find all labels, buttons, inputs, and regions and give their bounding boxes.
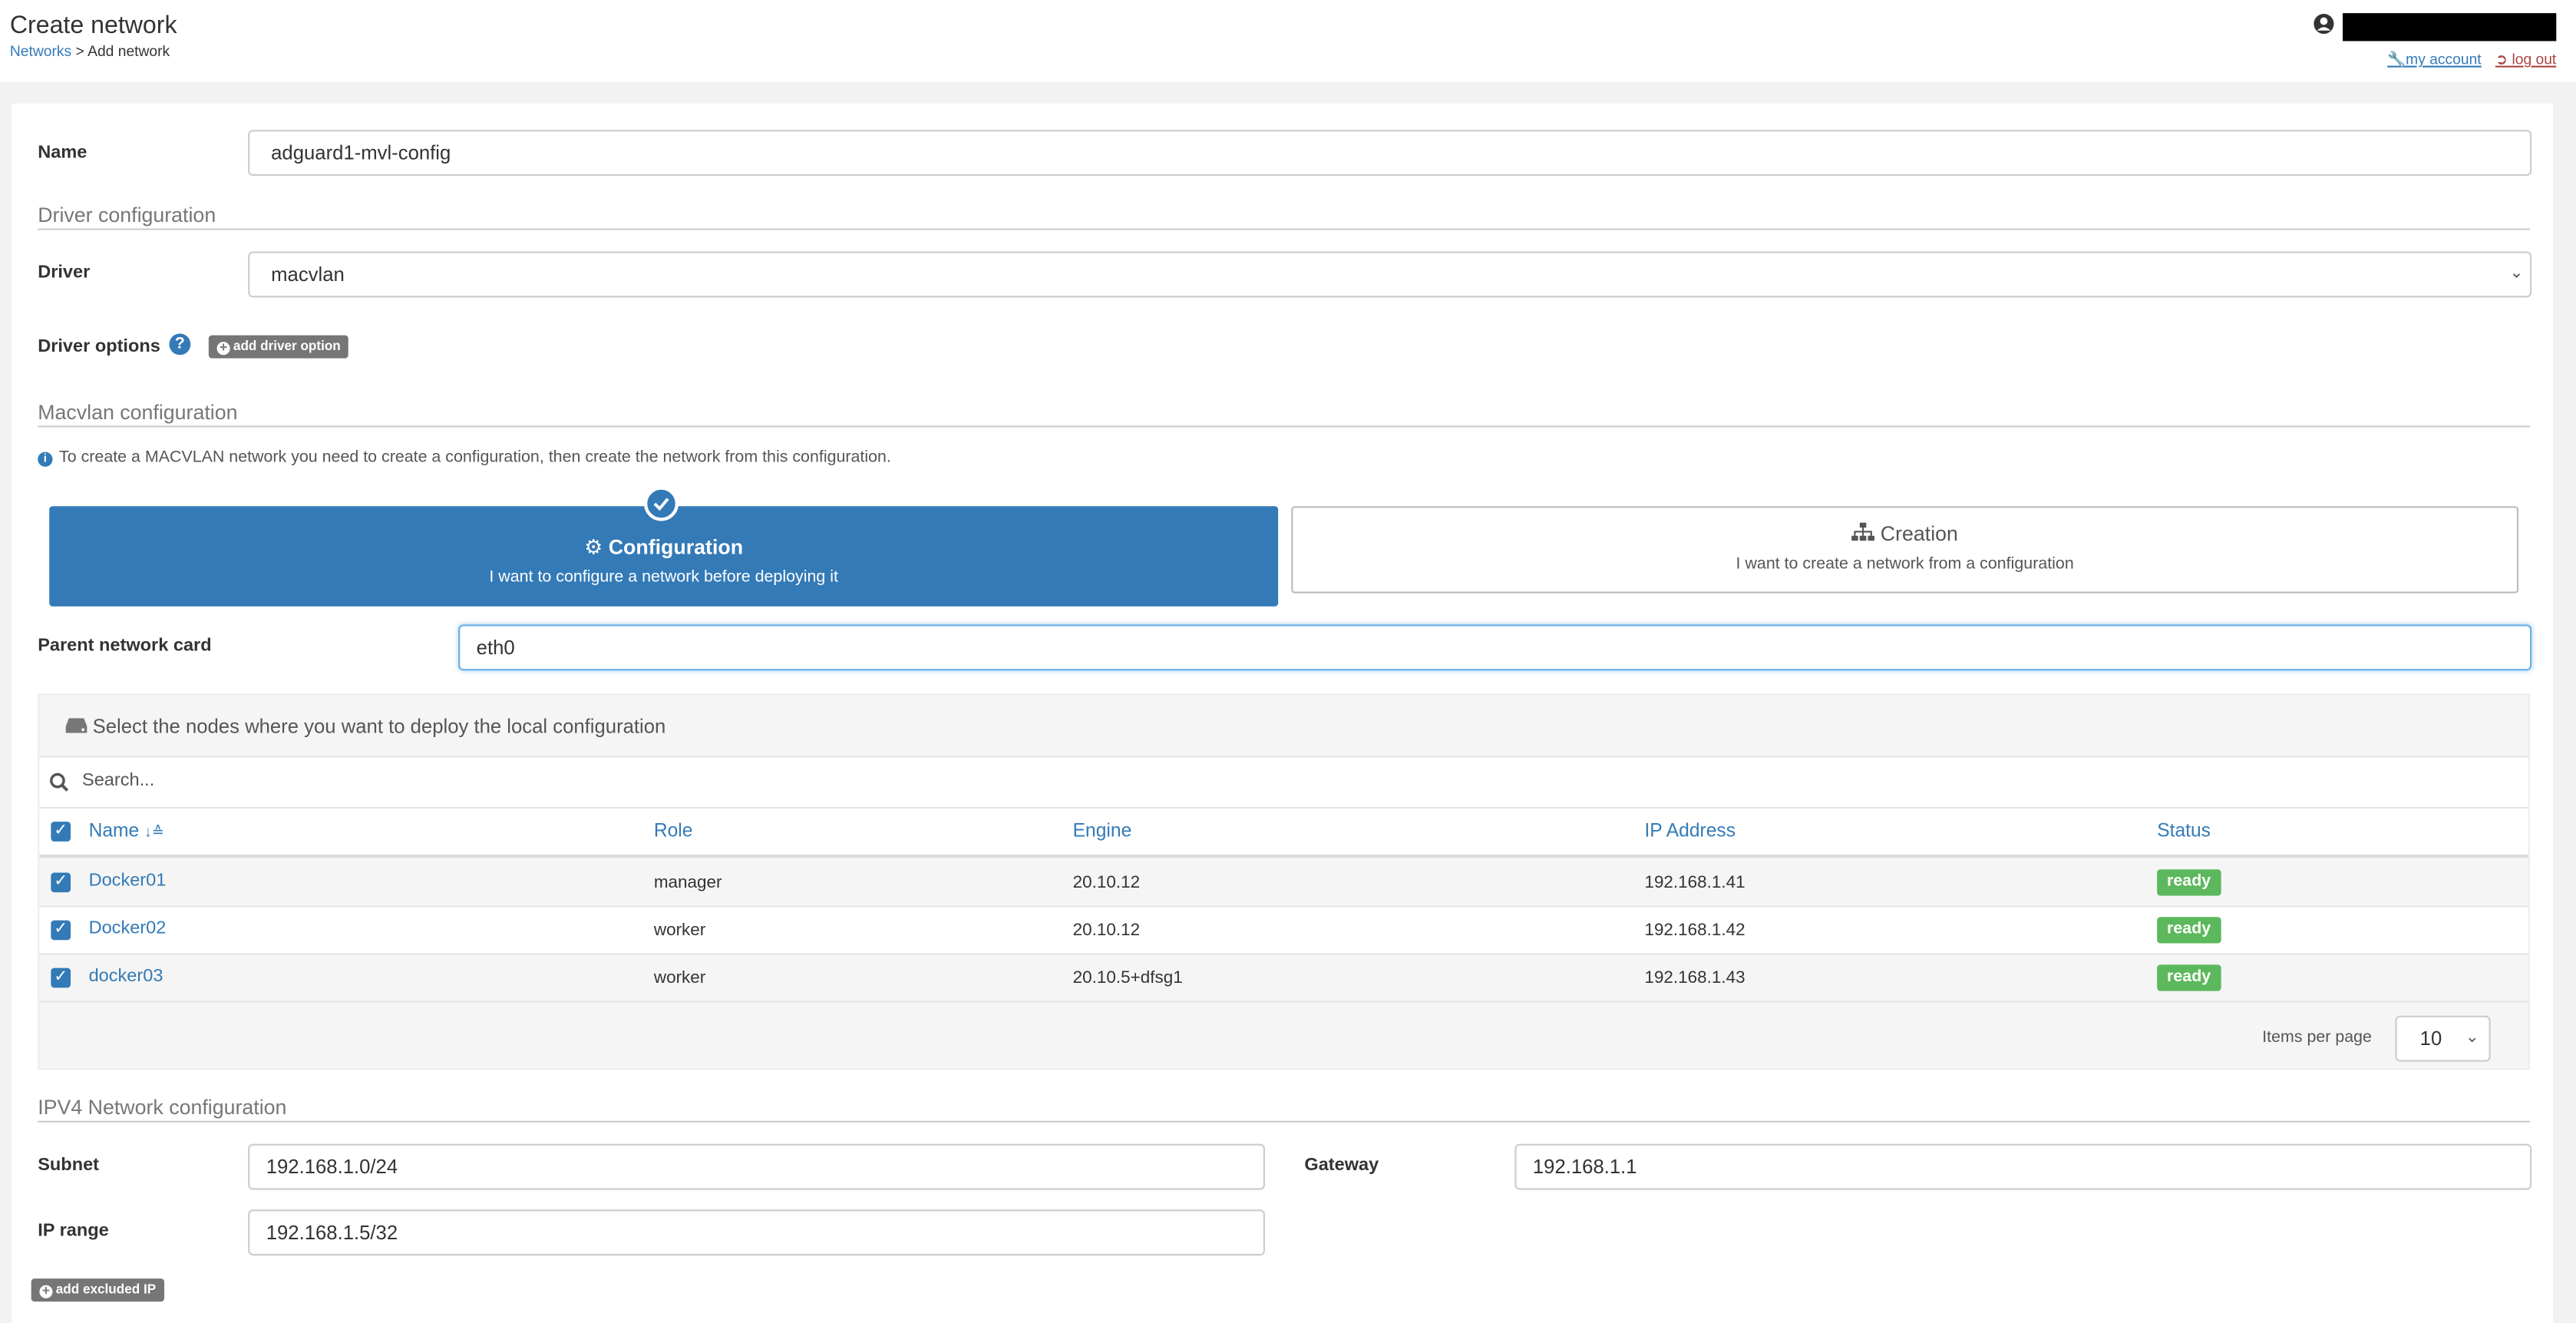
column-ip-header[interactable]: IP Address (1644, 822, 1735, 842)
ipv4-configuration-title: IPV4 Network configuration (38, 1096, 2531, 1123)
driver-configuration-title: Driver configuration (38, 203, 2531, 230)
page-title: Create network (9, 11, 177, 40)
add-driver-option-button[interactable]: + add driver option (208, 335, 349, 359)
nodes-header: Select the nodes where you want to deplo… (65, 715, 665, 738)
status-badge: ready (2157, 917, 2221, 944)
log-out-link[interactable]: ➲ log out (2495, 51, 2556, 67)
name-input[interactable]: adguard1-mvl-config (248, 130, 2532, 177)
select-all-checkbox[interactable]: ✓ (51, 822, 71, 842)
ip-range-input[interactable]: 192.168.1.5/32 (248, 1209, 1266, 1256)
wrench-icon: 🔧 (2387, 51, 2406, 68)
row-checkbox[interactable]: ✓ (51, 920, 71, 941)
nodes-search-bar[interactable]: Search... (39, 756, 2528, 809)
column-role-header[interactable]: Role (654, 822, 693, 842)
column-engine-header[interactable]: Engine (1073, 822, 1132, 842)
node-engine: 20.10.12 (1072, 920, 1141, 941)
add-excluded-ip-button[interactable]: + add excluded IP (31, 1278, 164, 1302)
search-icon (50, 772, 69, 792)
status-badge: ready (2157, 869, 2221, 896)
macvlan-configuration-title: Macvlan configuration (38, 401, 2531, 428)
nodes-search-input[interactable]: Search... (82, 771, 154, 791)
breadcrumb: Networks > Add network (10, 43, 170, 59)
mode-configuration-description: I want to configure a network before dep… (489, 568, 838, 587)
node-name-link[interactable]: Docker01 (89, 871, 167, 891)
mode-creation-option[interactable]: Creation I want to create a network from… (1291, 506, 2519, 594)
driver-options-label: Driver options (38, 336, 160, 357)
info-icon: i (38, 451, 53, 467)
ip-range-label: IP range (38, 1221, 109, 1241)
plus-circle-icon: + (39, 1285, 53, 1298)
breadcrumb-networks-link[interactable]: Networks (10, 43, 71, 59)
page-header: Create network Networks > Add network 🔧m… (0, 0, 2576, 83)
plus-circle-icon: + (216, 341, 230, 356)
mode-configuration-option[interactable]: ⚙ Configuration I want to configure a ne… (49, 506, 1279, 607)
parent-network-card-input[interactable]: eth0 (458, 624, 2532, 671)
sitemap-icon (1851, 522, 1875, 541)
my-account-link[interactable]: 🔧my account (2387, 51, 2482, 67)
hdd-icon (65, 718, 88, 733)
driver-select-value: macvlan (271, 263, 345, 286)
macvlan-info-text: i To create a MACVLAN network you need to… (38, 448, 891, 467)
subnet-input[interactable]: 192.168.1.0/24 (248, 1143, 1266, 1190)
table-row: ✓ docker03 worker 20.10.5+dfsg1 192.168.… (39, 954, 2528, 1003)
table-row: ✓ Docker02 worker 20.10.12 192.168.1.42 … (39, 907, 2528, 955)
row-checkbox[interactable]: ✓ (51, 967, 71, 988)
parent-network-card-label: Parent network card (38, 636, 212, 656)
name-label: Name (38, 143, 88, 163)
node-name-link[interactable]: Docker02 (89, 918, 167, 938)
gateway-label: Gateway (1304, 1155, 1379, 1176)
gear-icon: ⚙ (584, 535, 603, 559)
nodes-table-header: ✓ Name ↓≙ Role Engine IP Address Status (39, 809, 2528, 858)
help-icon[interactable]: ? (169, 333, 191, 356)
selected-check-icon (643, 486, 679, 521)
sign-out-icon: ➲ (2495, 51, 2508, 68)
node-name-link[interactable]: docker03 (89, 966, 163, 986)
node-ip: 192.168.1.43 (1644, 967, 1745, 988)
node-role: manager (653, 872, 722, 893)
subnet-label: Subnet (38, 1155, 100, 1176)
gateway-input[interactable]: 192.168.1.1 (1514, 1143, 2532, 1190)
chevron-down-icon: ⌄ (2509, 264, 2524, 283)
node-role: worker (653, 920, 706, 941)
driver-select[interactable]: macvlan ⌄ (248, 251, 2532, 298)
sort-alpha-icon: ↓≙ (144, 823, 164, 840)
chevron-down-icon: ⌄ (2465, 1028, 2479, 1047)
items-per-page-label: Items per page (2262, 1028, 2372, 1047)
driver-label: Driver (38, 263, 91, 283)
create-network-form: Name adguard1-mvl-config Driver configur… (11, 103, 2554, 1323)
items-per-page-select[interactable]: 10 ⌄ (2395, 1015, 2491, 1062)
breadcrumb-current: Add network (88, 42, 170, 60)
node-engine: 20.10.12 (1072, 872, 1141, 893)
username-redacted (2343, 13, 2557, 41)
table-row: ✓ Docker01 manager 20.10.12 192.168.1.41… (39, 859, 2528, 908)
node-engine: 20.10.5+dfsg1 (1072, 967, 1183, 988)
row-checkbox[interactable]: ✓ (51, 872, 71, 893)
node-role: worker (653, 967, 706, 988)
mode-creation-description: I want to create a network from a config… (1735, 555, 2074, 574)
node-ip: 192.168.1.42 (1644, 920, 1745, 941)
user-menu: 🔧my account ➲ log out (2313, 13, 2557, 69)
nodes-selection-box: Select the nodes where you want to deplo… (38, 693, 2531, 1070)
column-status-header[interactable]: Status (2157, 822, 2211, 842)
node-ip: 192.168.1.41 (1644, 872, 1745, 893)
column-name-header[interactable]: Name ↓≙ (89, 822, 164, 842)
status-badge: ready (2157, 964, 2221, 991)
user-circle-icon (2313, 13, 2334, 35)
breadcrumb-separator: > (75, 42, 84, 60)
